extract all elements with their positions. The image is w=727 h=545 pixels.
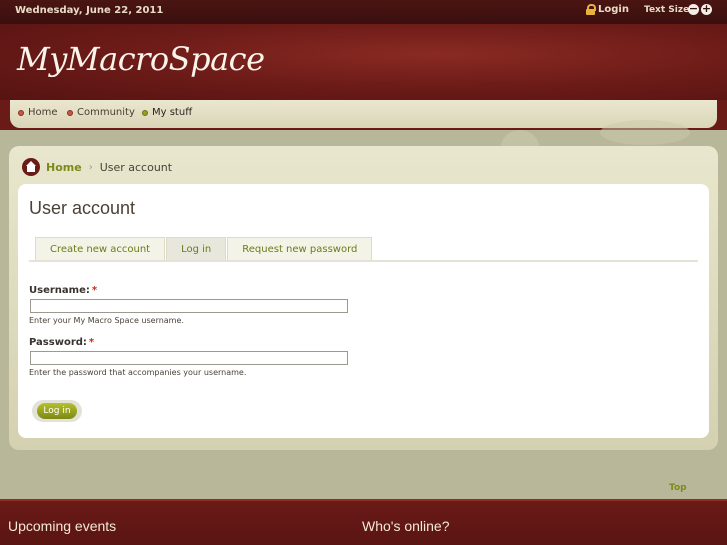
top-bar: Wednesday, June 22, 2011 Login Text Size… — [0, 0, 727, 24]
bullet-icon — [67, 109, 73, 116]
page-title: User account — [29, 198, 136, 218]
text-size-label: Text Size — [644, 5, 690, 15]
required-marker: * — [91, 285, 98, 296]
nav-item-label: Community — [77, 107, 135, 118]
username-label-text: Username: — [29, 285, 90, 296]
site-footer: Upcoming events Who's online? — [0, 499, 727, 545]
login-label: Login — [598, 4, 629, 15]
breadcrumb-home-link[interactable]: Home — [46, 161, 82, 174]
lock-icon — [586, 4, 596, 15]
nav-item-community[interactable]: Community — [67, 107, 135, 118]
increase-text-size-icon[interactable]: + — [701, 3, 712, 15]
nav-item-label: Home — [28, 107, 58, 118]
login-button[interactable]: Log in — [37, 403, 77, 419]
password-input[interactable] — [30, 351, 348, 365]
back-to-top-link[interactable]: Top — [669, 483, 687, 493]
username-help-text: Enter your My Macro Space username. — [29, 316, 184, 325]
nav-item-my-stuff[interactable]: My stuff — [142, 107, 192, 118]
nav-item-home[interactable]: Home — [18, 107, 58, 118]
tab-log-in[interactable]: Log in — [166, 237, 227, 261]
tab-divider — [29, 260, 698, 262]
breadcrumb: Home › User account — [22, 158, 172, 176]
decrease-text-size-icon[interactable]: − — [688, 3, 699, 15]
required-marker: * — [88, 337, 95, 348]
upcoming-events-heading: Upcoming events — [8, 518, 117, 534]
username-label: Username: * — [29, 285, 97, 296]
login-link[interactable]: Login — [586, 4, 629, 15]
site-header: MyMacroSpace — [0, 24, 727, 100]
nav-item-label: My stuff — [152, 107, 193, 118]
whos-online-heading: Who's online? — [362, 518, 450, 534]
current-date: Wednesday, June 22, 2011 — [15, 5, 164, 16]
content-panel: Home › User account User account Create … — [9, 146, 718, 450]
username-input[interactable] — [30, 299, 348, 313]
site-logo[interactable]: MyMacroSpace — [17, 40, 265, 78]
chevron-right-icon: › — [88, 161, 93, 173]
bullet-icon — [18, 109, 24, 116]
background-decoration — [600, 120, 690, 145]
password-label-text: Password: — [29, 337, 87, 348]
account-tabs: Create new account Log in Request new pa… — [35, 237, 373, 261]
password-label: Password: * — [29, 337, 94, 348]
login-button-frame: Log in — [32, 400, 82, 422]
tab-request-password[interactable]: Request new password — [227, 237, 373, 261]
tab-create-account[interactable]: Create new account — [35, 237, 166, 261]
home-icon[interactable] — [22, 158, 40, 176]
main-content: User account Create new account Log in R… — [18, 184, 709, 438]
breadcrumb-current: User account — [99, 160, 173, 174]
bullet-icon — [142, 109, 148, 116]
password-help-text: Enter the password that accompanies your… — [29, 368, 247, 377]
